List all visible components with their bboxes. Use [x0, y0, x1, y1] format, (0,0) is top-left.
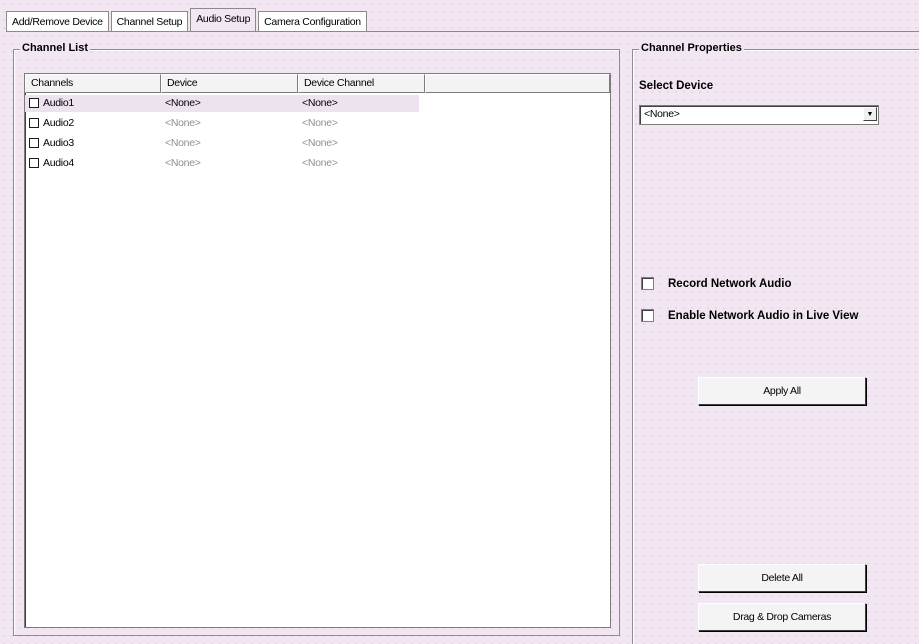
listview-header: Channels Device Device Channel	[25, 74, 610, 93]
device-cell: <None>	[165, 97, 201, 109]
channel-list-group: Channel List Channels Device Device Chan…	[13, 42, 620, 636]
device-channel-cell: <None>	[302, 137, 338, 149]
enable-network-audio-label[interactable]: Enable Network Audio in Live View	[668, 310, 858, 322]
tab-audio-setup[interactable]: Audio Setup	[190, 8, 257, 32]
delete-all-button[interactable]: Delete All	[698, 564, 866, 592]
apply-all-button[interactable]: Apply All	[698, 377, 866, 405]
tab-divider	[6, 31, 919, 32]
record-network-audio-row[interactable]: Record Network Audio	[641, 277, 792, 290]
record-network-audio-checkbox[interactable]	[641, 277, 654, 290]
column-header-filler	[425, 74, 610, 93]
channel-checkbox[interactable]	[29, 118, 39, 128]
select-device-dropdown[interactable]: <None> ▼	[639, 105, 879, 125]
table-row[interactable]: Audio4 <None> <None>	[25, 153, 610, 173]
tab-add-remove-device[interactable]: Add/Remove Device	[6, 11, 109, 32]
column-header-device-channel[interactable]: Device Channel	[298, 74, 425, 93]
enable-network-audio-checkbox[interactable]	[641, 309, 654, 322]
channel-listview[interactable]: Channels Device Device Channel Audio1 <N…	[24, 73, 611, 628]
channel-name: Audio4	[43, 157, 74, 169]
channel-name: Audio2	[43, 117, 74, 129]
enable-network-audio-row[interactable]: Enable Network Audio in Live View	[641, 309, 858, 322]
table-row[interactable]: Audio2 <None> <None>	[25, 113, 610, 133]
channel-properties-title: Channel Properties	[639, 42, 744, 54]
channel-checkbox[interactable]	[29, 158, 39, 168]
channel-name: Audio1	[43, 97, 74, 109]
channel-properties-group: Channel Properties Select Device <None> …	[632, 42, 919, 644]
device-cell: <None>	[165, 137, 201, 149]
device-channel-cell: <None>	[302, 97, 338, 109]
tab-channel-setup[interactable]: Channel Setup	[110, 11, 189, 32]
channel-name: Audio3	[43, 137, 74, 149]
table-row[interactable]: Audio3 <None> <None>	[25, 133, 610, 153]
record-network-audio-label[interactable]: Record Network Audio	[668, 278, 792, 290]
channel-list-title: Channel List	[20, 42, 91, 54]
tab-strip: Add/Remove Device Channel Setup Audio Se…	[6, 8, 369, 32]
device-channel-cell: <None>	[302, 117, 338, 129]
select-device-value: <None>	[644, 108, 680, 120]
table-row[interactable]: Audio1 <None> <None>	[25, 93, 610, 113]
channel-checkbox[interactable]	[29, 98, 39, 108]
device-cell: <None>	[165, 117, 201, 129]
select-device-label: Select Device	[639, 80, 714, 92]
device-cell: <None>	[165, 157, 201, 169]
tab-camera-configuration[interactable]: Camera Configuration	[258, 11, 367, 32]
column-header-device[interactable]: Device	[161, 74, 298, 93]
chevron-down-icon[interactable]: ▼	[863, 107, 877, 121]
device-channel-cell: <None>	[302, 157, 338, 169]
column-header-channels[interactable]: Channels	[25, 74, 161, 93]
drag-drop-cameras-button[interactable]: Drag & Drop Cameras	[698, 603, 866, 631]
channel-checkbox[interactable]	[29, 138, 39, 148]
